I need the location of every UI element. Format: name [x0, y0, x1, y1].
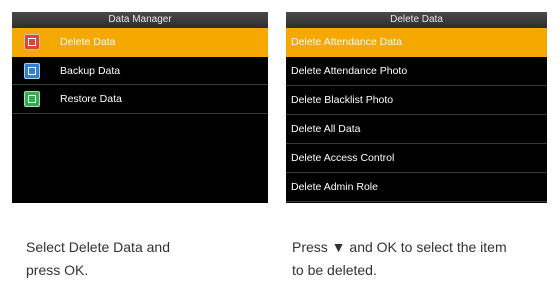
caption-line: Select Delete Data and [26, 239, 170, 255]
caption-right: Press ▼ and OK to select the item to be … [292, 236, 556, 282]
menu-item-delete-all-data[interactable]: Delete All Data [286, 115, 547, 144]
menu-item-label: Backup Data [60, 64, 121, 77]
caption-line: to be deleted. [292, 262, 377, 278]
menu-item-delete-access-control[interactable]: Delete Access Control [286, 144, 547, 173]
caption-left: Select Delete Data and press OK. [26, 236, 246, 282]
restore-data-icon [24, 91, 40, 108]
screen-title: Data Manager [12, 12, 268, 28]
menu-item-delete-blacklist-photo[interactable]: Delete Blacklist Photo [286, 86, 547, 115]
delete-data-icon [24, 34, 40, 50]
menu-item-delete-data[interactable]: Delete Data [12, 28, 268, 57]
menu-item-label: Restore Data [60, 93, 122, 106]
delete-data-screen: Delete Data Delete Attendance Data Delet… [286, 12, 547, 203]
menu-item-label: Delete Data [60, 36, 116, 48]
menu-item-backup-data[interactable]: Backup Data [12, 57, 268, 86]
caption-line: Press ▼ and OK to select the item [292, 239, 507, 255]
screen-title: Delete Data [286, 12, 547, 28]
menu-item-restore-data[interactable]: Restore Data [12, 85, 268, 114]
backup-data-icon [24, 62, 40, 79]
caption-line: press OK. [26, 262, 89, 278]
menu-item-delete-attendance-photo[interactable]: Delete Attendance Photo [286, 57, 547, 86]
data-manager-screen: Data Manager Delete Data Backup Data Res… [12, 12, 268, 203]
menu-item-delete-admin-role[interactable]: Delete Admin Role [286, 173, 547, 202]
menu-item-delete-attendance-data[interactable]: Delete Attendance Data [286, 28, 547, 57]
